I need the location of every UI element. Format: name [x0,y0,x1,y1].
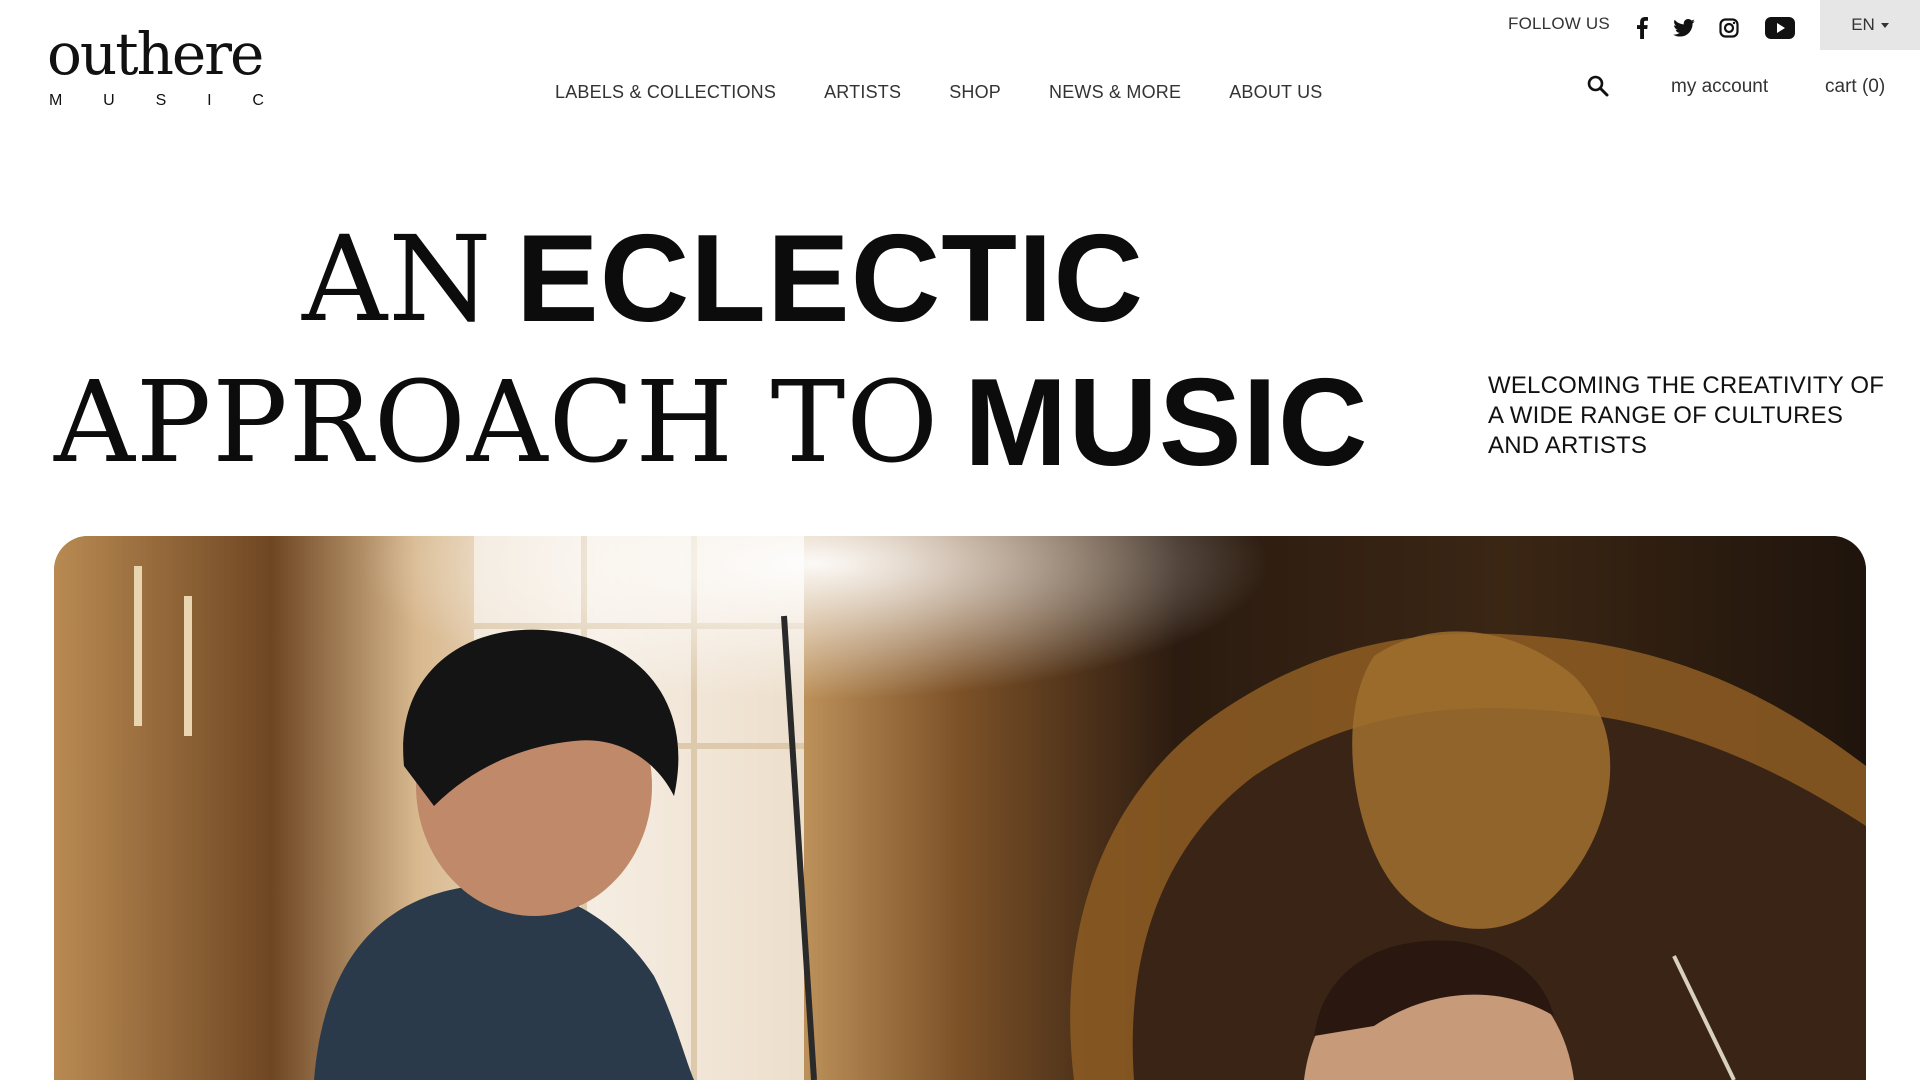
nav-item-shop[interactable]: SHOP [949,82,1001,103]
language-selector[interactable]: EN [1820,0,1920,50]
hero-video[interactable] [54,536,1866,1080]
headline-line1-sans: ECLECTIC [516,210,1144,348]
search-icon [1587,75,1609,97]
logo-subtitle: M U S I C [49,92,264,110]
cart-link[interactable]: cart (0) [1825,76,1885,98]
language-label: EN [1851,15,1875,34]
headline-line2-serif: APPROACH TO [54,358,940,488]
search-button[interactable] [1586,74,1612,100]
logo[interactable]: outhere M U S I C [47,24,287,114]
twitter-icon[interactable] [1670,14,1698,42]
logo-wordmark: outhere [47,20,264,88]
instagram-icon[interactable] [1715,14,1743,42]
follow-us-label: FOLLOW US [1508,14,1610,33]
logo-sub-letter: I [207,92,212,109]
logo-sub-letter: M [49,92,63,109]
nav-item-about-us[interactable]: ABOUT US [1229,82,1322,103]
my-account-link[interactable]: my account [1671,76,1768,98]
nav-item-artists[interactable]: ARTISTS [824,82,901,103]
logo-sub-letter: U [103,92,115,109]
hero-image [54,536,1866,1080]
logo-sub-letter: S [155,92,167,109]
tagline: WELCOMING THE CREATIVITY OF A WIDE RANGE… [1488,372,1885,459]
nav-item-news-more[interactable]: NEWS & MORE [1049,82,1181,103]
headline-line2-sans: MUSIC [964,354,1369,492]
main-nav: LABELS & COLLECTIONS ARTISTS SHOP NEWS &… [555,82,1323,103]
chevron-down-icon [1880,22,1889,28]
headline-line1-serif: AN [302,210,493,348]
youtube-icon[interactable] [1764,14,1796,42]
facebook-icon[interactable] [1628,14,1656,42]
logo-sub-letter: C [252,92,264,109]
nav-item-labels-collections[interactable]: LABELS & COLLECTIONS [555,82,776,103]
